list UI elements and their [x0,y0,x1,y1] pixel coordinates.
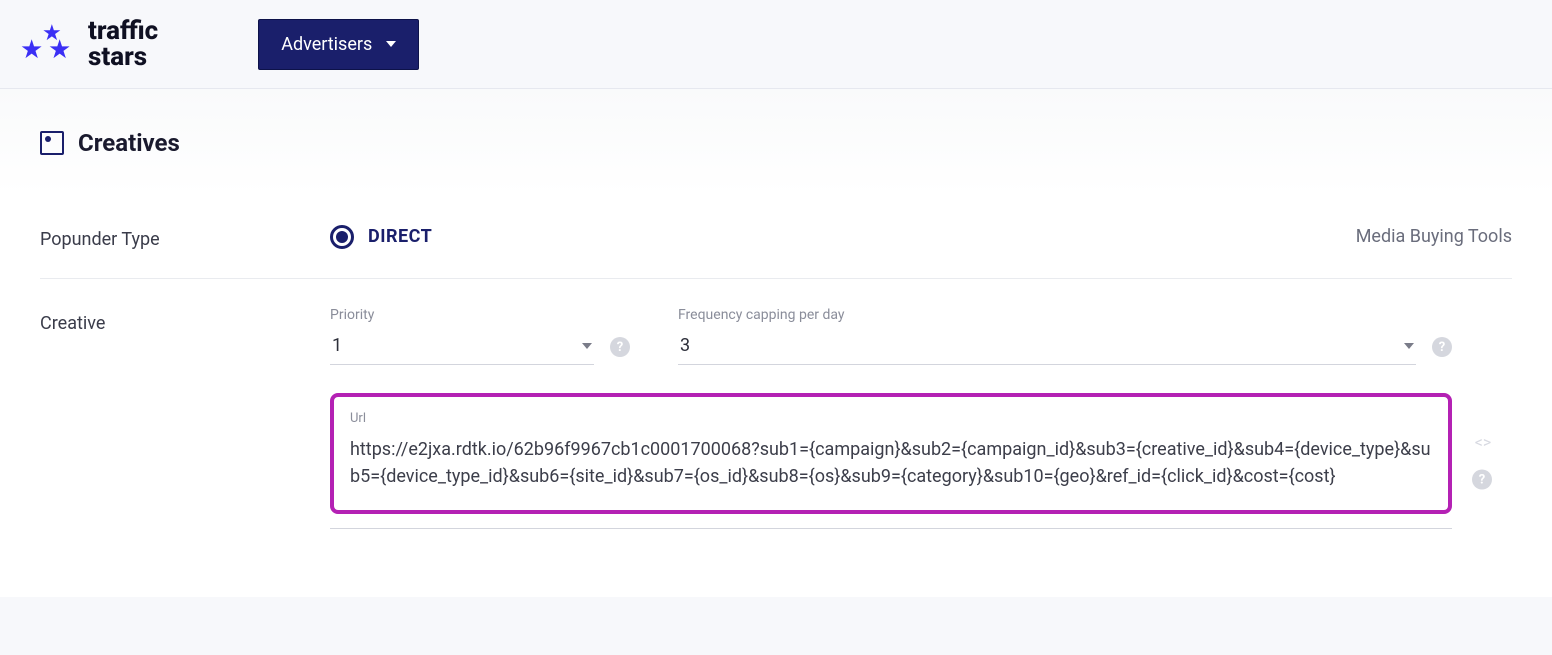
advertisers-dropdown[interactable]: Advertisers [258,19,419,70]
popunder-direct-label: DIRECT [368,226,432,247]
popunder-type-row: Popunder Type DIRECT Media Buying Tools [40,195,1512,279]
header-bar: ★ ★ ★ traffic stars Advertisers [0,0,1552,89]
star-icon: ★ [48,35,71,65]
radio-inner-dot [336,231,348,243]
help-icon[interactable]: ? [1432,337,1452,357]
expand-code-icon[interactable]: < > [1475,433,1489,452]
frequency-field-label: Frequency capping per day [678,307,1452,323]
section-title: Creatives [78,129,180,157]
logo-text: traffic stars [88,18,158,70]
url-highlight-box: Url https://e2jxa.rdtk.io/62b96f9967cb1c… [330,393,1452,514]
priority-select[interactable]: 1 [330,329,594,365]
url-input[interactable]: https://e2jxa.rdtk.io/62b96f9967cb1c0001… [350,436,1432,490]
media-buying-tools-link[interactable]: Media Buying Tools [1356,226,1512,247]
chevron-down-icon [386,41,396,47]
priority-freq-fields: Priority 1 ? Frequency capping per day [330,307,1452,365]
radio-icon [330,225,354,249]
creative-content: Priority 1 ? Frequency capping per day [330,307,1512,529]
advertisers-dropdown-label: Advertisers [281,34,372,55]
url-bottom-line [330,528,1452,529]
popunder-direct-radio[interactable]: DIRECT [330,225,432,249]
frequency-field: Frequency capping per day 3 ? [678,307,1452,365]
creative-label: Creative [40,307,330,334]
star-icon: ★ [20,35,43,65]
main-content: Creatives Popunder Type DIRECT Media Buy… [0,89,1552,597]
popunder-type-label: Popunder Type [40,223,330,250]
chevron-down-icon [582,343,592,349]
url-field-label: Url [350,411,1432,426]
logo-line1: traffic [88,18,158,44]
section-header: Creatives [0,89,1552,195]
logo-stars-icon: ★ ★ ★ [20,19,80,69]
chevron-down-icon [1404,343,1414,349]
help-icon[interactable]: ? [1472,470,1492,490]
priority-select-row: 1 ? [330,329,630,365]
priority-value: 1 [332,335,342,356]
logo-line2: stars [88,44,158,70]
frequency-select-row: 3 ? [678,329,1452,365]
url-block: Url https://e2jxa.rdtk.io/62b96f9967cb1c… [330,393,1452,529]
url-side-icons: < > ? [1472,433,1492,490]
image-icon [40,131,64,155]
priority-field-label: Priority [330,307,630,323]
form-area: Popunder Type DIRECT Media Buying Tools … [0,195,1552,597]
priority-field: Priority 1 ? [330,307,630,365]
logo[interactable]: ★ ★ ★ traffic stars [20,18,158,70]
help-icon[interactable]: ? [610,337,630,357]
frequency-select[interactable]: 3 [678,329,1416,365]
popunder-type-content: DIRECT Media Buying Tools [330,225,1512,249]
frequency-value: 3 [680,335,690,356]
creative-row: Creative Priority 1 ? [40,279,1512,557]
